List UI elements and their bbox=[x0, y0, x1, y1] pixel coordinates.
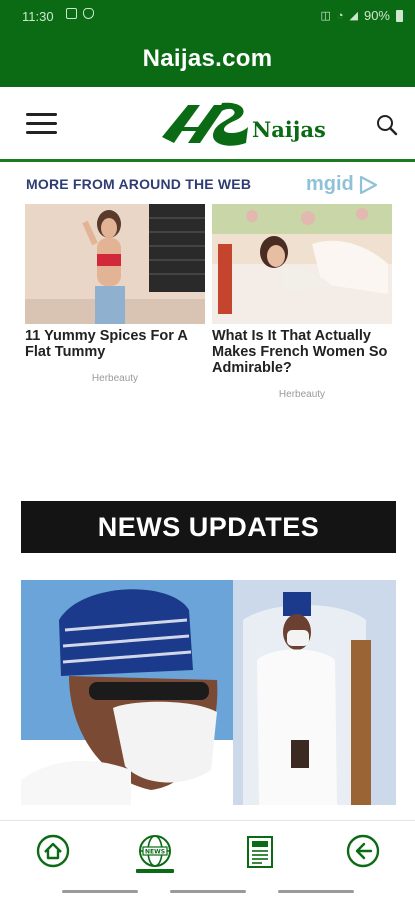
news-updates-banner: NEWS UPDATES bbox=[21, 501, 396, 553]
site-logo[interactable]: Naijas bbox=[160, 97, 326, 153]
search-icon[interactable] bbox=[376, 114, 398, 136]
ad-card[interactable]: What Is It That Actually Makes French Wo… bbox=[212, 204, 392, 400]
ad-source: Herbeauty bbox=[278, 389, 326, 400]
ad-title[interactable]: 11 Yummy Spices For A Flat Tummy bbox=[25, 328, 205, 360]
ad-source: Herbeauty bbox=[91, 373, 139, 384]
gesture-bar-center bbox=[170, 890, 246, 893]
status-time: 11:30 bbox=[22, 9, 54, 24]
battery-level: 90% bbox=[363, 8, 390, 23]
ad-image[interactable] bbox=[212, 204, 392, 324]
ad-card[interactable]: 11 Yummy Spices For A Flat Tummy Herbeau… bbox=[25, 204, 205, 384]
news-globe-icon[interactable]: NEWS bbox=[137, 831, 173, 871]
notification-icons bbox=[66, 8, 94, 19]
logo-text: Naijas bbox=[252, 117, 326, 142]
app-title: Naijas.com bbox=[142, 45, 273, 72]
ad-image[interactable] bbox=[25, 204, 205, 324]
news-image[interactable] bbox=[21, 580, 396, 805]
bottom-nav: NEWS bbox=[0, 820, 415, 880]
signal-icon: ◢ bbox=[349, 10, 358, 22]
play-triangle-icon bbox=[359, 175, 377, 194]
ad-title[interactable]: What Is It That Actually Makes French Wo… bbox=[212, 328, 392, 376]
gallery-notification-icon bbox=[66, 8, 77, 19]
gesture-bar-right bbox=[278, 890, 354, 893]
newspaper-icon[interactable] bbox=[242, 831, 278, 871]
app-header: 11:30 ◫ ◔ ◢ 90% Naijas.com bbox=[0, 0, 415, 87]
active-tab-indicator bbox=[136, 869, 174, 873]
mgid-text: mgid bbox=[306, 173, 354, 195]
back-arrow-icon[interactable] bbox=[345, 831, 381, 871]
mgid-logo[interactable]: mgid bbox=[306, 173, 378, 196]
battery-icon bbox=[396, 9, 403, 22]
home-icon[interactable] bbox=[35, 831, 71, 871]
naijas-logo-mark bbox=[162, 102, 248, 146]
site-header: Naijas bbox=[0, 87, 415, 162]
menu-icon[interactable] bbox=[26, 113, 57, 135]
system-icons: ◫ ◔ ◢ 90% bbox=[320, 8, 403, 23]
ads-heading: MORE FROM AROUND THE WEB bbox=[26, 176, 252, 192]
vibrate-icon: ◫ bbox=[320, 10, 331, 22]
shield-notification-icon bbox=[83, 8, 94, 19]
svg-text:NEWS: NEWS bbox=[145, 849, 165, 856]
status-bar: 11:30 ◫ ◔ ◢ 90% bbox=[0, 0, 415, 32]
gesture-bar-left bbox=[62, 890, 138, 893]
wifi-icon: ◔ bbox=[336, 9, 344, 22]
